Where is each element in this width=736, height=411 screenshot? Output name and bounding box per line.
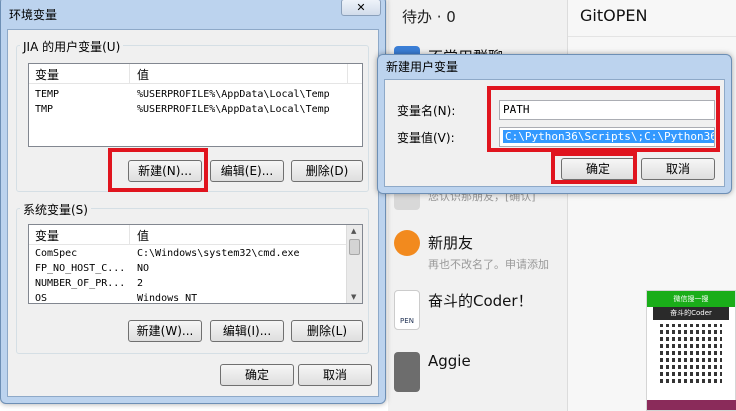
- new-friends-icon: [394, 230, 420, 256]
- close-icon: ✕: [356, 1, 366, 14]
- variable-value: %USERPROFILE%\AppData\Local\Temp: [137, 104, 330, 115]
- variable-value-label: 变量值(V):: [397, 131, 455, 145]
- user-new-button[interactable]: 新建(N)...: [128, 160, 202, 182]
- env-vars-dialog: 环境变量 ✕ JIA 的用户变量(U) 变量 值 TEMP %USERPROFI…: [0, 0, 386, 404]
- chat-title: GitOPEN: [580, 6, 648, 25]
- table-row[interactable]: ComSpec C:\Windows\system32\cmd.exe: [29, 247, 362, 262]
- variable-name-label: 变量名(N):: [397, 104, 456, 118]
- table-row[interactable]: NUMBER_OF_PR... 2: [29, 277, 362, 292]
- avatar: [394, 352, 420, 392]
- dialog-title: 新建用户变量: [386, 60, 459, 74]
- cancel-button[interactable]: 取消: [298, 364, 372, 386]
- variable-value: C:\Windows\system32\cmd.exe: [137, 248, 300, 259]
- avatar: PEN: [394, 290, 420, 330]
- system-delete-button[interactable]: 删除(L): [291, 320, 363, 342]
- ok-button[interactable]: 确定: [561, 158, 635, 180]
- user-vars-list[interactable]: 变量 值 TEMP %USERPROFILE%\AppData\Local\Te…: [28, 63, 363, 147]
- variable-value-input[interactable]: C:\Python36\Scripts\;C:\Python36\: [499, 127, 715, 147]
- table-row[interactable]: TEMP %USERPROFILE%\AppData\Local\Temp: [29, 88, 362, 103]
- variable-name: FP_NO_HOST_C...: [35, 263, 126, 274]
- chat-item-title: 奋斗的Coder！: [428, 292, 533, 310]
- todo-header: 待办 · 0: [402, 8, 456, 26]
- chat-item[interactable]: 新朋友 再也不改名了。申请添加: [388, 222, 568, 284]
- column-header-variable[interactable]: 变量: [35, 227, 59, 244]
- system-new-button[interactable]: 新建(W)...: [128, 320, 202, 342]
- variable-name: TMP: [35, 104, 54, 115]
- qr-card: 微信搜一搜 奋斗的Coder: [646, 290, 736, 411]
- variable-value: 2: [137, 278, 144, 289]
- new-user-var-dialog: 新建用户变量 变量名(N): PATH 变量值(V): C:\Python36\…: [377, 54, 732, 194]
- column-divider[interactable]: [129, 64, 130, 84]
- variable-value: Windows_NT: [137, 293, 198, 304]
- user-delete-button[interactable]: 删除(D): [291, 160, 363, 182]
- dialog-title: 环境变量: [9, 8, 58, 22]
- variable-name: TEMP: [35, 89, 60, 100]
- user-edit-button[interactable]: 编辑(E)...: [210, 160, 284, 182]
- qr-code-icon: [660, 324, 722, 386]
- list-header: 变量 值: [29, 64, 362, 84]
- variable-name: NUMBER_OF_PR...: [35, 278, 126, 289]
- user-vars-label: JIA 的用户变量(U): [20, 38, 124, 55]
- table-row[interactable]: OS Windows_NT: [29, 292, 362, 304]
- chat-item[interactable]: Aggie: [388, 342, 568, 404]
- selected-text: C:\Python36\Scripts\;C:\Python36\: [503, 130, 714, 143]
- column-header-variable[interactable]: 变量: [35, 66, 59, 83]
- dialog-body: JIA 的用户变量(U) 变量 值 TEMP %USERPROFILE%\App…: [7, 29, 379, 397]
- qr-card-name: 奋斗的Coder: [653, 307, 729, 320]
- table-row[interactable]: TMP %USERPROFILE%\AppData\Local\Temp: [29, 103, 362, 118]
- variable-name: ComSpec: [35, 248, 78, 259]
- scroll-up-icon[interactable]: ▲: [351, 227, 356, 235]
- table-row[interactable]: FP_NO_HOST_C... NO: [29, 262, 362, 277]
- column-header-value[interactable]: 值: [137, 227, 149, 244]
- chat-item-preview: 再也不改名了。申请添加: [428, 258, 549, 271]
- chat-item-title: Aggie: [428, 352, 471, 370]
- chat-item-title: 新朋友: [428, 234, 474, 252]
- variable-value: %USERPROFILE%\AppData\Local\Temp: [137, 89, 330, 100]
- variable-name: OS: [35, 293, 48, 304]
- system-vars-label: 系统变量(S): [20, 201, 91, 218]
- divider: [568, 36, 736, 37]
- column-header-value[interactable]: 值: [137, 66, 149, 83]
- chat-item[interactable]: PEN 奋斗的Coder！: [388, 280, 568, 342]
- ok-button[interactable]: 确定: [220, 364, 294, 386]
- cancel-button[interactable]: 取消: [641, 158, 715, 180]
- close-button[interactable]: ✕: [341, 0, 381, 16]
- scroll-down-icon[interactable]: ▼: [351, 293, 356, 301]
- system-edit-button[interactable]: 编辑(I)...: [210, 320, 284, 342]
- vertical-scrollbar[interactable]: ▲ ▼: [346, 225, 362, 303]
- list-header: 变量 值: [29, 225, 362, 245]
- column-divider[interactable]: [347, 64, 348, 84]
- qr-card-top: 微信搜一搜: [647, 291, 735, 307]
- variable-name-input[interactable]: PATH: [499, 100, 715, 120]
- variable-value: NO: [137, 263, 150, 274]
- dialog-body: 变量名(N): PATH 变量值(V): C:\Python36\Scripts…: [384, 79, 725, 187]
- divider: [647, 400, 736, 410]
- scroll-thumb[interactable]: [349, 239, 360, 255]
- system-vars-list[interactable]: 变量 值 ComSpec C:\Windows\system32\cmd.exe…: [28, 224, 363, 304]
- column-divider[interactable]: [129, 225, 130, 245]
